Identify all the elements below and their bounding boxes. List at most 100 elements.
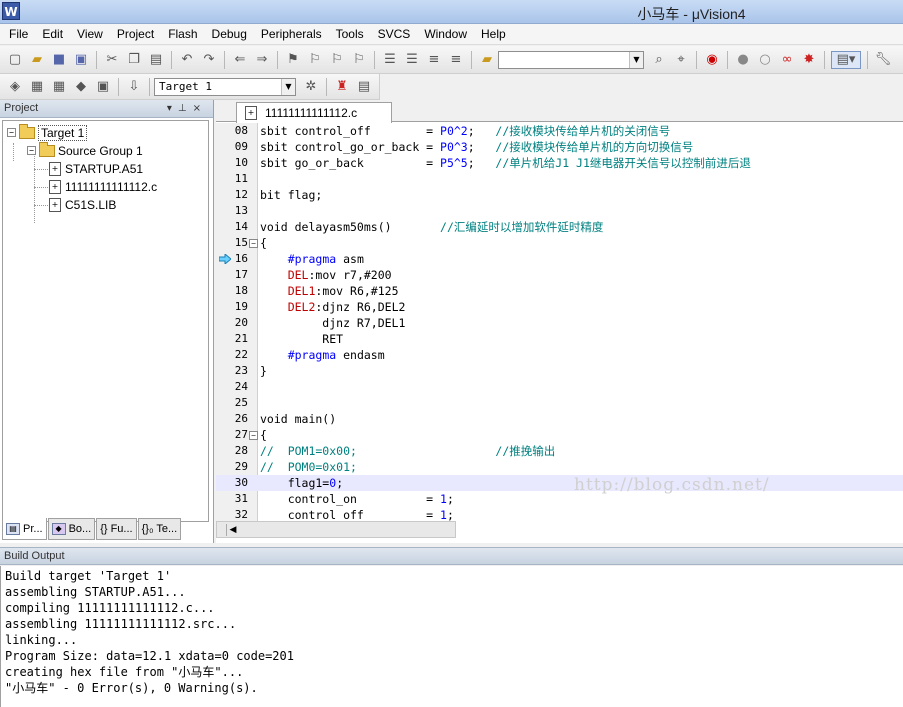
debug-session-icon[interactable]: ◉ (703, 51, 721, 69)
rebuild-icon[interactable]: ▦ (50, 78, 68, 96)
close-icon[interactable]: × (193, 103, 207, 114)
tree-item-file[interactable]: + STARTUP.A51 (49, 160, 143, 177)
uncomment-icon[interactable]: ≡ (447, 51, 465, 69)
bookmark-icon[interactable]: ⚑ (284, 51, 302, 69)
code-line[interactable]: 30 flag1=0; (216, 475, 903, 491)
menu-debug[interactable]: Debug (205, 24, 254, 44)
comment-icon[interactable]: ≡ (425, 51, 443, 69)
find-icon[interactable]: ⌕ (650, 51, 668, 69)
horizontal-scrollbar[interactable]: ◀ (216, 521, 456, 538)
code-line[interactable]: 21 RET (216, 331, 903, 347)
code-line[interactable]: 20 djnz R7,DEL1 (216, 315, 903, 331)
fold-icon[interactable]: − (249, 239, 258, 248)
menu-tools[interactable]: Tools (329, 24, 371, 44)
code-line[interactable]: 16 #pragma asm (216, 251, 903, 267)
menu-flash[interactable]: Flash (161, 24, 204, 44)
menu-help[interactable]: Help (474, 24, 513, 44)
tree-item-file[interactable]: + C51S.LIB (49, 196, 116, 213)
incremental-find-icon[interactable]: ⌖ (672, 51, 690, 69)
pin-icon[interactable]: ⊥ (178, 103, 193, 114)
save-all-icon[interactable]: ▣ (72, 51, 90, 69)
code-line[interactable]: 11 (216, 171, 903, 187)
menu-window[interactable]: Window (417, 24, 474, 44)
code-line[interactable]: 23} (216, 363, 903, 379)
chevron-down-icon[interactable]: ▼ (629, 51, 643, 68)
kill-breakpoints-icon[interactable]: ✸ (800, 51, 818, 69)
bookmark-clear-icon[interactable]: ⚐ (350, 51, 368, 69)
redo-icon[interactable]: ↷ (200, 51, 218, 69)
code-line[interactable]: 27−{ (216, 427, 903, 443)
menu-edit[interactable]: Edit (35, 24, 70, 44)
panel-menu-icon[interactable]: ▾ (167, 103, 178, 114)
unindent-icon[interactable]: ☰ (403, 51, 421, 69)
cut-icon[interactable]: ✂ (103, 51, 121, 69)
stop-build-icon[interactable]: ▣ (94, 78, 112, 96)
code-line[interactable]: 26 void main() (216, 411, 903, 427)
nav-forward-icon[interactable]: ⇒ (253, 51, 271, 69)
code-area[interactable]: 08 sbit control_off = P0^2; //接收模块传给单片机的关… (216, 123, 903, 521)
menu-peripherals[interactable]: Peripherals (254, 24, 329, 44)
build-output[interactable]: Build target 'Target 1' assembling START… (0, 566, 903, 707)
save-icon[interactable]: ■ (50, 51, 68, 69)
collapse-icon[interactable]: − (27, 146, 36, 155)
tab-functions[interactable]: {} Fu... (96, 518, 137, 540)
code-line[interactable]: 22 #pragma endasm (216, 347, 903, 363)
find-in-files-icon[interactable]: ▰ (478, 51, 496, 69)
code-line[interactable]: 24 (216, 379, 903, 395)
code-line[interactable]: 18 DEL1:mov R6,#125 (216, 283, 903, 299)
code-line[interactable]: 32 control_off = 1; (216, 507, 903, 521)
manage-components-icon[interactable]: ♜ (333, 78, 351, 96)
fold-icon[interactable]: − (249, 431, 258, 440)
undo-icon[interactable]: ↶ (178, 51, 196, 69)
code-line[interactable]: 17 DEL:mov r7,#200 (216, 267, 903, 283)
code-line[interactable]: 25 (216, 395, 903, 411)
tab-project[interactable]: ▤ Pr... (2, 518, 47, 540)
code-line[interactable]: 09 sbit control_go_or_back = P0^3; //接收模块… (216, 139, 903, 155)
window-layout-icon[interactable]: ▤▾ (831, 50, 861, 69)
batch-build-icon[interactable]: ◆ (72, 78, 90, 96)
download-icon[interactable]: ⇩ (125, 78, 143, 96)
open-folder-icon[interactable]: ▰ (28, 51, 46, 69)
disable-breakpoints-icon[interactable]: ∞ (778, 51, 796, 69)
tree-item-source-group[interactable]: − Source Group 1 (27, 141, 143, 159)
build-icon[interactable]: ▦ (28, 78, 46, 96)
select-packs-icon[interactable]: ▤ (355, 78, 373, 96)
configure-icon[interactable]: 🔧︎ (874, 51, 892, 69)
collapse-icon[interactable]: − (7, 128, 16, 137)
find-combo[interactable]: ▼ (498, 50, 644, 69)
code-line[interactable]: 13 (216, 203, 903, 219)
code-line[interactable]: 12 bit flag; (216, 187, 903, 203)
enable-breakpoint-icon[interactable]: ○ (756, 51, 774, 69)
bookmark-prev-icon[interactable]: ⚐ (306, 51, 324, 69)
code-line[interactable]: 29 // POM0=0x01; (216, 459, 903, 475)
menu-view[interactable]: View (70, 24, 110, 44)
insert-breakpoint-icon[interactable]: ● (734, 51, 752, 69)
editor-tab-active[interactable]: + 11111111111112.c (236, 102, 392, 123)
translate-icon[interactable]: ◈ (6, 78, 24, 96)
target-options-icon[interactable]: ✲ (302, 78, 320, 96)
indent-icon[interactable]: ☰ (381, 51, 399, 69)
tree-item-target[interactable]: − Target 1 (7, 123, 88, 141)
code-line[interactable]: 19 DEL2:djnz R6,DEL2 (216, 299, 903, 315)
target-select[interactable]: Target 1 ▼ (154, 77, 296, 96)
menu-project[interactable]: Project (110, 24, 161, 44)
paste-icon[interactable]: ▤ (147, 51, 165, 69)
chevron-down-icon[interactable]: ▼ (281, 78, 295, 95)
menu-svcs[interactable]: SVCS (371, 24, 418, 44)
bookmark-next-icon[interactable]: ⚐ (328, 51, 346, 69)
copy-icon[interactable]: ❐ (125, 51, 143, 69)
code-line[interactable]: 28 // POM1=0x00; //推挽输出 (216, 443, 903, 459)
tab-books[interactable]: ◆ Bo... (47, 518, 96, 540)
scroll-left-arrow-icon[interactable]: ◀ (227, 524, 239, 536)
new-file-icon[interactable]: ▢ (6, 51, 24, 69)
tree-item-file[interactable]: + 11111111111112.c (49, 178, 157, 195)
code-line[interactable]: 15−{ (216, 235, 903, 251)
nav-back-icon[interactable]: ⇐ (231, 51, 249, 69)
code-line[interactable]: 10 sbit go_or_back = P5^5; //单片机给J1 J1继电器… (216, 155, 903, 171)
code-line[interactable]: 08 sbit control_off = P0^2; //接收模块传给单片机的关… (216, 123, 903, 139)
code-line[interactable]: 14 void delayasm50ms() //汇编延时以增加软件延时精度 (216, 219, 903, 235)
code-line[interactable]: 31 control_on = 1; (216, 491, 903, 507)
tab-templates[interactable]: {}₀ Te... (137, 518, 182, 540)
scroll-left-icon[interactable] (217, 524, 227, 536)
menu-file[interactable]: File (2, 24, 35, 44)
